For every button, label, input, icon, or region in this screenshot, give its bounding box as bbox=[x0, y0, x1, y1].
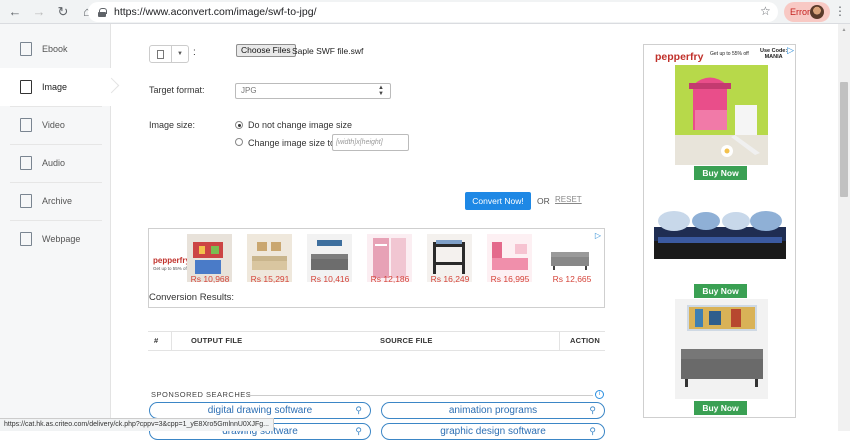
ad-product-image[interactable] bbox=[650, 197, 790, 267]
chevron-down-icon: ▼ bbox=[177, 51, 183, 57]
ad-product-image[interactable] bbox=[675, 65, 768, 165]
document-icon bbox=[150, 46, 172, 62]
buy-now-button[interactable]: Buy Now bbox=[694, 284, 747, 298]
sidebar-item-video[interactable]: Video bbox=[0, 106, 111, 144]
archive-icon bbox=[20, 194, 32, 208]
sidebar-item-label: Webpage bbox=[42, 234, 81, 244]
buy-now-button[interactable]: Buy Now bbox=[694, 166, 747, 180]
image-size-input[interactable]: [width]x[height] bbox=[332, 134, 409, 151]
image-icon bbox=[20, 80, 32, 94]
sidebar-item-audio[interactable]: Audio bbox=[0, 144, 111, 182]
image-size-label: Image size: bbox=[149, 120, 196, 130]
sidebar-item-label: Audio bbox=[42, 158, 66, 168]
error-label: Error bbox=[790, 7, 810, 17]
sidebar-item-label: Ebook bbox=[42, 44, 68, 54]
ebook-icon bbox=[20, 42, 32, 56]
reload-icon[interactable]: ↻ bbox=[54, 3, 72, 21]
column-header-action: ACTION bbox=[570, 336, 600, 345]
ad-product-price: Rs 10,416 bbox=[310, 274, 350, 284]
webpage-icon bbox=[20, 232, 32, 246]
sidebar-item-ebook[interactable]: Ebook bbox=[0, 30, 111, 68]
sidebar-item-label: Image bbox=[42, 82, 68, 92]
ad-product-price: Rs 16,249 bbox=[430, 274, 470, 284]
sponsored-search-pill[interactable]: graphic design software ⚲ bbox=[381, 423, 605, 440]
ad-product-price: Rs 12,665 bbox=[552, 274, 592, 284]
ad-brand-tagline: Get up to 55% off bbox=[153, 266, 188, 271]
sidebar-item-webpage[interactable]: Webpage bbox=[0, 220, 111, 258]
ad-offer-text: Get up to 55% off bbox=[710, 51, 749, 57]
file-source-dropdown[interactable]: ▼ bbox=[149, 45, 189, 63]
table-header-border bbox=[148, 350, 605, 351]
column-header-source-file: SOURCE FILE bbox=[380, 336, 433, 345]
target-format-value: JPG bbox=[241, 86, 257, 95]
ad-brand-logo: pepperfry bbox=[153, 256, 190, 265]
reset-link[interactable]: RESET bbox=[555, 195, 582, 204]
ad-brand-logo: pepperfry bbox=[655, 51, 704, 63]
convert-now-button[interactable]: Convert Now! bbox=[465, 192, 531, 210]
skyscraper-ad[interactable]: pepperfry Get up to 55% off Use Code: MAN… bbox=[643, 44, 796, 418]
sponsored-searches-title: SPONSORED SEARCHES bbox=[151, 390, 252, 399]
back-arrow-icon[interactable]: ← bbox=[6, 3, 24, 21]
radio-change-size-label: Change image size to: bbox=[248, 138, 338, 148]
info-icon[interactable]: i bbox=[595, 390, 604, 399]
ad-product-price: Rs 10,968 bbox=[190, 274, 230, 284]
search-icon: ⚲ bbox=[589, 426, 596, 436]
ad-product-image[interactable] bbox=[675, 299, 768, 399]
column-header-index: # bbox=[154, 336, 159, 345]
sidebar-item-archive[interactable]: Archive bbox=[0, 182, 111, 220]
url-text: https://www.aconvert.com/image/swf-to-jp… bbox=[114, 6, 317, 18]
sidebar: Ebook Image Video Audio Archive Webpage bbox=[0, 24, 111, 431]
sponsored-search-pill[interactable]: digital drawing software ⚲ bbox=[149, 402, 371, 419]
ad-product-price: Rs 16,995 bbox=[490, 274, 530, 284]
file-colon: : bbox=[193, 47, 196, 58]
search-icon: ⚲ bbox=[589, 405, 596, 415]
adchoices-icon[interactable]: ▷ bbox=[787, 45, 794, 56]
sponsored-search-text: graphic design software bbox=[440, 426, 546, 437]
menu-kebab-icon[interactable]: ⋮ bbox=[834, 4, 846, 18]
sponsored-search-text: digital drawing software bbox=[207, 405, 313, 416]
search-icon: ⚲ bbox=[355, 405, 362, 415]
avatar[interactable] bbox=[810, 5, 824, 19]
video-icon bbox=[20, 118, 32, 132]
bookmark-star-icon[interactable]: ☆ bbox=[760, 4, 771, 18]
sponsored-divider bbox=[248, 395, 593, 396]
scrollbar-thumb[interactable] bbox=[840, 82, 848, 197]
target-format-select[interactable]: JPG ▲ ▼ bbox=[235, 83, 391, 99]
status-bar-url: https://cat.hk.as.criteo.com/delivery/ck… bbox=[0, 418, 274, 431]
table-col-divider bbox=[171, 331, 172, 350]
buy-now-button[interactable]: Buy Now bbox=[694, 401, 747, 415]
main-content: ▼ : Choose Files Saple SWF file.swf Targ… bbox=[111, 24, 641, 440]
or-text: OR bbox=[537, 196, 550, 206]
lock-icon bbox=[98, 7, 107, 17]
radio-no-change-label: Do not change image size bbox=[248, 120, 353, 130]
sidebar-item-image[interactable]: Image bbox=[0, 68, 111, 106]
scroll-up-icon[interactable]: ▲ bbox=[840, 27, 848, 33]
sponsored-search-text: animation programs bbox=[448, 405, 538, 416]
ad-promo-code: Use Code: MANIA bbox=[760, 48, 788, 60]
selected-file-name: Saple SWF file.swf bbox=[292, 46, 364, 56]
address-bar[interactable]: https://www.aconvert.com/image/swf-to-jp… bbox=[88, 2, 778, 22]
ad-product-price: Rs 12,186 bbox=[370, 274, 410, 284]
radio-change-size[interactable] bbox=[235, 138, 243, 146]
conversion-results-title: Conversion Results: bbox=[149, 292, 235, 303]
sponsored-search-pill[interactable]: animation programs ⚲ bbox=[381, 402, 605, 419]
search-icon: ⚲ bbox=[355, 426, 362, 436]
forward-arrow-icon[interactable]: → bbox=[30, 3, 48, 21]
ad-product-price: Rs 15,291 bbox=[250, 274, 290, 284]
audio-icon bbox=[20, 156, 32, 170]
sidebar-item-label: Archive bbox=[42, 196, 73, 206]
choose-files-button[interactable]: Choose Files bbox=[236, 44, 296, 57]
target-format-label: Target format: bbox=[149, 85, 205, 95]
column-header-output-file: OUTPUT FILE bbox=[191, 336, 243, 345]
sidebar-item-label: Video bbox=[42, 120, 65, 130]
select-caret-icon: ▲ ▼ bbox=[378, 85, 384, 97]
table-top-border bbox=[148, 331, 605, 332]
radio-no-change[interactable] bbox=[235, 121, 243, 129]
adchoices-icon[interactable]: ▷ bbox=[595, 231, 601, 240]
table-col-divider bbox=[559, 331, 560, 350]
